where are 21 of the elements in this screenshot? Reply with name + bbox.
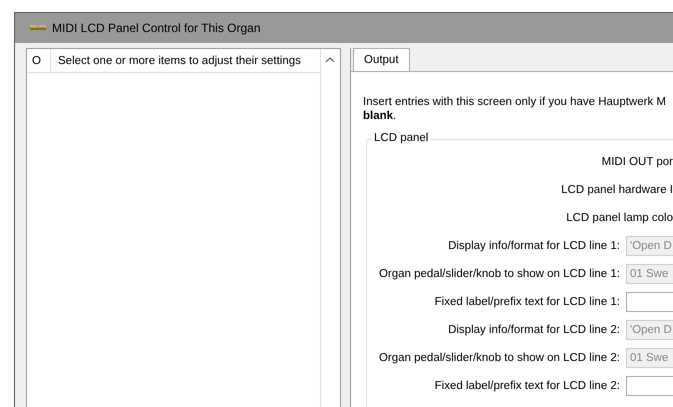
field-label: Organ pedal/slider/knob to show on LCD line 2:	[378, 352, 620, 364]
field-label: Organ pedal/slider/knob to show on LCD line 1:	[378, 268, 620, 280]
group-title: LCD panel	[372, 132, 430, 144]
field-label: Fixed label/prefix text for LCD line 2:	[434, 380, 620, 392]
scroll-up-icon[interactable]	[325, 57, 335, 63]
column-header[interactable]: O	[27, 49, 51, 72]
tab[interactable]: Output	[353, 48, 410, 71]
input-field[interactable]	[626, 376, 673, 396]
item-list[interactable]: O Select one or more items to adjust their settings	[26, 48, 341, 407]
column-header[interactable]: Select one or more items to adjust their settings	[51, 49, 320, 72]
input-field[interactable]	[626, 292, 673, 312]
field-label: Display info/format for LCD line 1:	[447, 240, 620, 252]
field-label: LCD panel lamp colo	[566, 212, 673, 224]
field-label: Display info/format for LCD line 2:	[447, 324, 620, 336]
field-label: LCD panel hardware I	[561, 184, 673, 196]
intro-text: Insert entries with this screen only if you have Hauptwerk M	[363, 95, 667, 109]
field-label: Fixed label/prefix text for LCD line 1:	[434, 296, 620, 308]
field-label: MIDI OUT por	[602, 156, 673, 168]
intro-text: blank.	[363, 109, 398, 123]
window-title: MIDI LCD Panel Control for This Organ	[52, 21, 261, 35]
organ-icon	[30, 25, 46, 31]
